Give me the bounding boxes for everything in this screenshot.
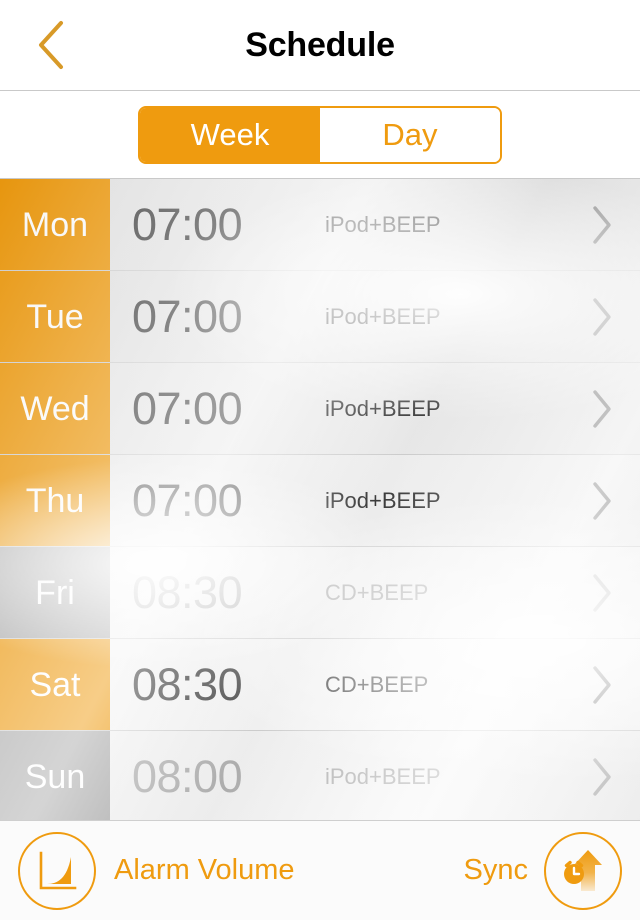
chevron-right-icon <box>580 757 624 797</box>
row-body[interactable]: 08:00 iPod+BEEP <box>110 731 640 820</box>
alarm-time: 07:00 <box>132 199 243 250</box>
row-body[interactable]: 07:00 iPod+BEEP <box>110 363 640 454</box>
chevron-right-icon <box>580 389 624 429</box>
alarm-sound: CD+BEEP <box>325 579 429 605</box>
day-cell[interactable]: Sat <box>0 639 110 730</box>
sync-label: Sync <box>463 854 528 886</box>
alarm-sound: iPod+BEEP <box>325 487 441 513</box>
row-body[interactable]: 07:00 iPod+BEEP <box>110 455 640 546</box>
table-row[interactable]: Wed 07:00 iPod+BEEP <box>0 363 640 455</box>
row-body[interactable]: 07:00 iPod+BEEP <box>110 179 640 270</box>
tab-week[interactable]: Week <box>140 107 320 162</box>
alarm-time: 08:00 <box>132 751 243 802</box>
schedule-screen: Schedule Week Day Mon 07:00 iPod+BEEP Tu… <box>0 0 640 920</box>
day-cell[interactable]: Thu <box>0 455 110 546</box>
row-body[interactable]: 08:30 CD+BEEP <box>110 547 640 638</box>
view-mode-bar: Week Day <box>0 91 640 179</box>
table-row[interactable]: Fri 08:30 CD+BEEP <box>0 547 640 639</box>
sync-button[interactable]: Sync <box>463 831 622 910</box>
back-button[interactable] <box>16 0 86 89</box>
alarm-sound: CD+BEEP <box>325 671 429 697</box>
schedule-list: Mon 07:00 iPod+BEEP Tue 07:00 iPod+BEEP <box>0 179 640 820</box>
table-row[interactable]: Thu 07:00 iPod+BEEP <box>0 455 640 547</box>
bottom-toolbar: Alarm Volume Sync <box>0 820 640 920</box>
row-body[interactable]: 07:00 iPod+BEEP <box>110 271 640 362</box>
day-cell[interactable]: Mon <box>0 179 110 270</box>
chevron-right-icon <box>580 205 624 245</box>
alarm-sound: iPod+BEEP <box>325 763 441 789</box>
row-body[interactable]: 08:30 CD+BEEP <box>110 639 640 730</box>
alarm-time: 07:00 <box>132 475 243 526</box>
alarm-sound: iPod+BEEP <box>325 211 441 237</box>
day-cell[interactable]: Tue <box>0 271 110 362</box>
alarm-sound: iPod+BEEP <box>325 395 441 421</box>
day-cell[interactable]: Sun <box>0 731 110 820</box>
table-row[interactable]: Sat 08:30 CD+BEEP <box>0 639 640 731</box>
navigation-bar: Schedule <box>0 0 640 91</box>
alarm-time: 07:00 <box>132 291 243 342</box>
alarm-sound: iPod+BEEP <box>325 303 441 329</box>
alarm-clock-upload-icon <box>544 831 622 910</box>
table-row[interactable]: Mon 07:00 iPod+BEEP <box>0 179 640 271</box>
table-row[interactable]: Sun 08:00 iPod+BEEP <box>0 731 640 820</box>
chevron-right-icon <box>580 665 624 705</box>
segmented-control[interactable]: Week Day <box>138 105 502 164</box>
alarm-volume-button[interactable]: Alarm Volume <box>18 831 295 910</box>
alarm-volume-label: Alarm Volume <box>114 854 295 886</box>
alarm-time: 08:30 <box>132 567 243 618</box>
day-cell[interactable]: Fri <box>0 547 110 638</box>
table-row[interactable]: Tue 07:00 iPod+BEEP <box>0 271 640 363</box>
chevron-right-icon <box>580 297 624 337</box>
chevron-right-icon <box>580 573 624 613</box>
chevron-left-icon <box>34 19 68 71</box>
alarm-time: 07:00 <box>132 383 243 434</box>
tab-day[interactable]: Day <box>320 107 500 162</box>
chevron-right-icon <box>580 481 624 521</box>
day-cell[interactable]: Wed <box>0 363 110 454</box>
page-title: Schedule <box>245 26 395 64</box>
volume-ramp-chart-icon <box>18 831 96 910</box>
alarm-time: 08:30 <box>132 659 243 710</box>
